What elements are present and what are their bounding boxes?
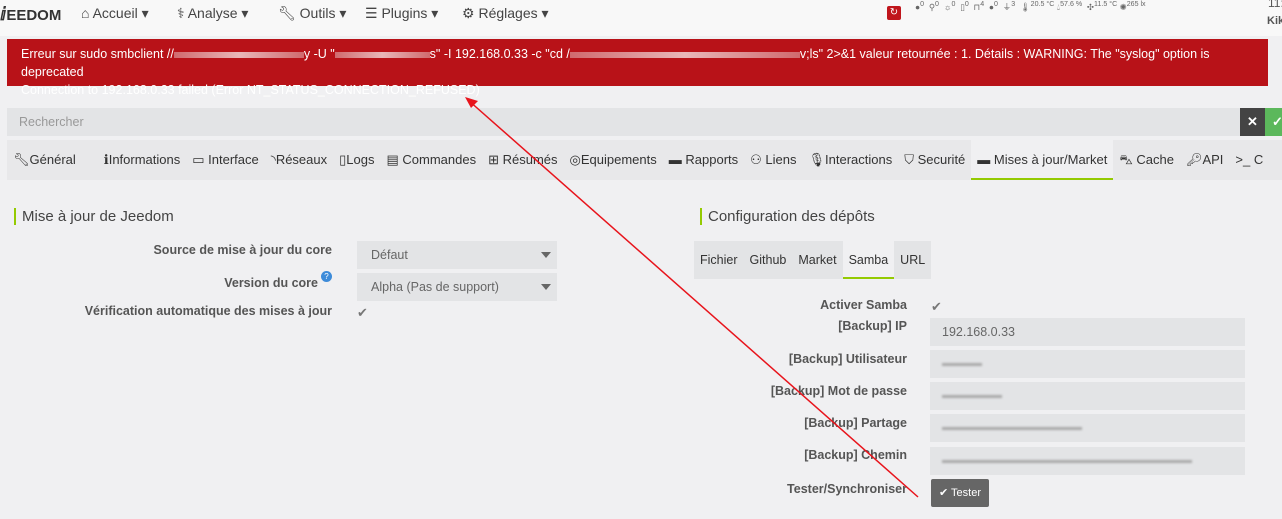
annotation-arrow (465, 97, 919, 498)
